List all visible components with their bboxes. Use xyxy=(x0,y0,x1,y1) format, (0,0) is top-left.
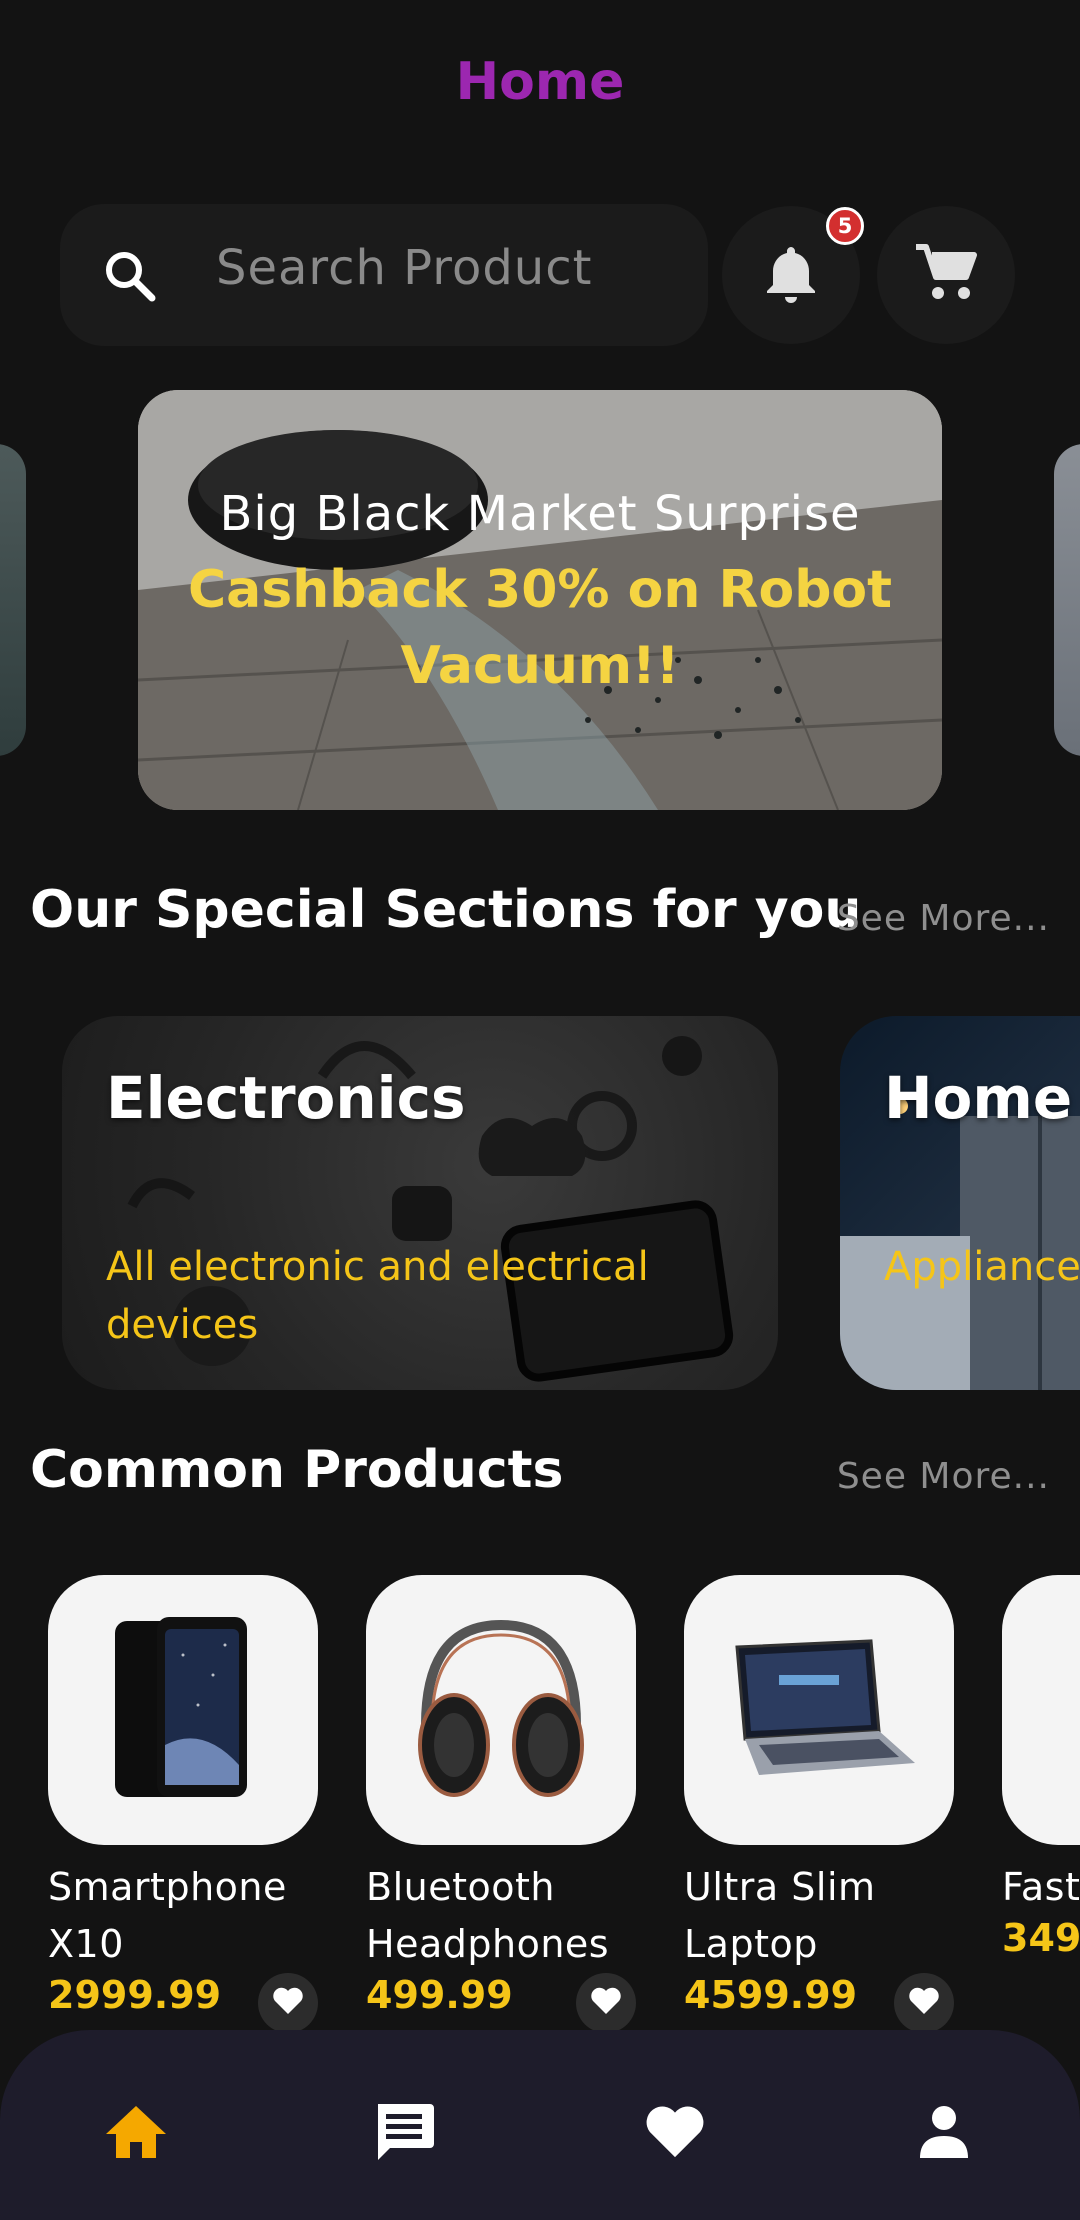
smartphone-image xyxy=(115,1617,247,1797)
nav-profile[interactable] xyxy=(904,2094,984,2174)
heart-icon xyxy=(272,1986,304,2020)
carousel-next-slide[interactable] xyxy=(1054,444,1080,756)
product-card[interactable]: Ultra Slim Laptop 4599.99 xyxy=(684,1575,954,2033)
heart-icon xyxy=(908,1986,940,2020)
banner-headline: Big Black Market Surprise xyxy=(219,486,861,542)
category-description: Appliances and kitchen us xyxy=(884,1244,1080,1290)
page-title: Home xyxy=(455,52,625,112)
profile-icon xyxy=(916,2104,972,2164)
product-name: Fast B-20 xyxy=(1002,1865,1080,1909)
category-title: Electronics xyxy=(106,1064,466,1132)
product-name: Bluetooth Headphones xyxy=(366,1865,610,1966)
product-card[interactable]: Fast B-20 349 xyxy=(1002,1575,1080,1976)
search-icon[interactable] xyxy=(100,246,160,306)
product-image xyxy=(1002,1575,1080,1845)
product-name: Ultra Slim Laptop xyxy=(684,1865,876,1966)
chat-icon xyxy=(372,2100,436,2168)
product-name: Smartphone X10 xyxy=(48,1865,287,1966)
product-card[interactable]: Smartphone X10 2999.99 xyxy=(48,1575,318,2033)
common-products-title: Common Products xyxy=(30,1440,564,1500)
notification-badge: 5 xyxy=(826,207,864,245)
product-image xyxy=(366,1575,636,1845)
heart-icon xyxy=(643,2103,707,2165)
product-image xyxy=(48,1575,318,1845)
favorite-button[interactable] xyxy=(258,1973,318,2033)
category-card-home[interactable]: Home Appliances and kitchen us xyxy=(840,1016,1080,1390)
nav-home[interactable] xyxy=(96,2094,176,2174)
product-image xyxy=(684,1575,954,1845)
banner-offer: Cashback 30% on Robot Vacuum!! xyxy=(187,560,893,696)
product-price: 349 xyxy=(1002,1916,1080,1960)
home-icon xyxy=(104,2104,168,2164)
search-input[interactable] xyxy=(216,240,686,296)
product-card[interactable]: Bluetooth Headphones 499.99 xyxy=(366,1575,636,2033)
nav-favorites[interactable] xyxy=(635,2094,715,2174)
special-sections-title: Our Special Sections for you xyxy=(30,880,862,940)
nav-messages[interactable] xyxy=(364,2094,444,2174)
category-description: All electronic and electrical devices xyxy=(106,1244,649,1348)
carousel-prev-slide[interactable] xyxy=(0,444,26,756)
special-sections-see-more-link[interactable]: See More... xyxy=(837,898,1050,939)
headphones-image xyxy=(418,1619,584,1797)
favorite-button[interactable] xyxy=(894,1973,954,2033)
favorite-button[interactable] xyxy=(576,1973,636,2033)
promo-banner[interactable]: Big Black Market Surprise Cashback 30% o… xyxy=(138,390,942,810)
home-screen: Home 5 xyxy=(0,0,1080,2220)
cart-button[interactable] xyxy=(877,206,1015,344)
heart-icon xyxy=(590,1986,622,2020)
category-card-electronics[interactable]: Electronics All electronic and electrica… xyxy=(62,1016,778,1390)
bell-icon xyxy=(763,243,819,307)
bottom-navigation xyxy=(0,2030,1080,2220)
cart-icon xyxy=(914,243,978,307)
category-title: Home xyxy=(884,1064,1073,1132)
common-products-see-more-link[interactable]: See More... xyxy=(837,1456,1050,1497)
laptop-image xyxy=(735,1639,915,1775)
